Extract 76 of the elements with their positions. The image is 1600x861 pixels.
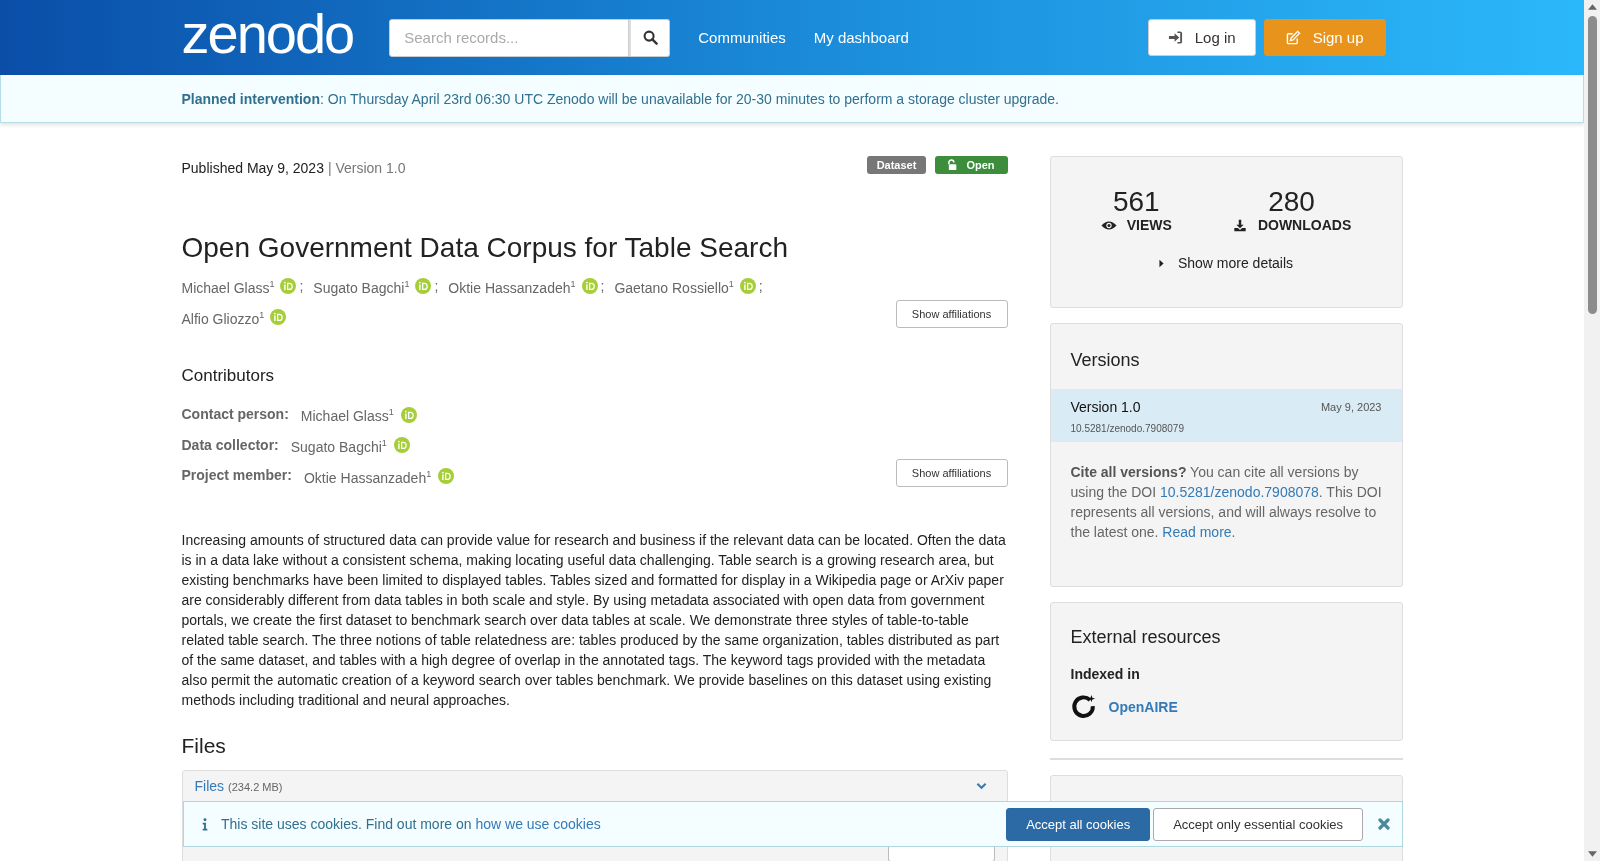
search-button[interactable] (629, 18, 671, 57)
pencil-square-icon (1285, 30, 1301, 45)
separator: ; (600, 276, 605, 296)
caret-right-icon (1158, 258, 1164, 268)
access-label: Open (935, 156, 1008, 174)
author-link[interactable]: Oktie Hassanzadeh$^{1}$ (448, 275, 576, 298)
section-heading: Files (181, 734, 227, 759)
separator: ; (758, 276, 763, 296)
version-item[interactable]: Version 1.0 May 9, 2023 10.5281/zenodo.7908079 (1050, 389, 1402, 442)
nav-link[interactable]: Communities (698, 29, 786, 46)
resource-link[interactable]: OpenAIRE (1108, 699, 1178, 715)
resource-type-label: Dataset (866, 156, 927, 174)
close-icon[interactable] (1378, 818, 1390, 830)
down-arrow-icon[interactable] (1587, 851, 1597, 857)
unlock-icon (948, 159, 959, 171)
contributor-link[interactable]: Michael Glass$^{1}$ (300, 403, 394, 426)
orcid-icon (739, 278, 756, 295)
indexed-in-label: Indexed in (1070, 666, 1141, 682)
show-more-details-toggle[interactable]: Show more details (1050, 255, 1402, 271)
author-link[interactable]: Gaetano Rossiello$^{1}$ (614, 275, 734, 298)
scrollbar[interactable] (1584, 0, 1600, 861)
author-link[interactable]: Sugato Bagchi$^{1}$ (313, 275, 410, 298)
role-label: Project member: (181, 466, 292, 486)
search-field[interactable]: Search records... (389, 18, 630, 57)
info-icon (202, 817, 208, 831)
stat-value: 280 (1268, 187, 1315, 217)
file-size: (234.2 MB) (228, 781, 283, 794)
show-affiliations-button[interactable]: Show affiliations (895, 459, 1008, 488)
section-heading: Contributors (181, 366, 276, 387)
accept-all-button[interactable]: Accept all cookies (1006, 807, 1151, 841)
orcid-icon (438, 467, 455, 484)
notice-text: Planned intervention: On Thursday April 23rd 06:30 UTC Zenodo will be unavailable for 20-30 minutes to perform a storage cluster upgrade. (181, 90, 1059, 107)
cookie-policy-link[interactable]: how we use cookies (475, 816, 601, 832)
role-label: Contact person: (181, 405, 289, 425)
orcid-icon (581, 278, 598, 295)
publication-date: Published May 9, 2023 (181, 160, 324, 176)
ring-logo-icon (1070, 694, 1097, 720)
login-button[interactable]: Log in (1147, 19, 1256, 56)
cookie-message: This site uses cookies. Find out more on how we use cookies (221, 816, 601, 832)
stat-label: VIEWS (1126, 217, 1172, 233)
separator: ; (434, 276, 439, 296)
role-label: Data collector: (181, 435, 279, 455)
contributor-link[interactable]: Oktie Hassanzadeh$^{1}$ (304, 464, 432, 488)
orcid-icon (270, 309, 287, 325)
cite-note: Cite all versions? You can cite all versions by using the DOI 10.5281/zenodo.7908078. This DOI represents all versions, and will always resolve to the latest one. Read more. (1070, 463, 1383, 542)
stat-value: 561 (1112, 187, 1160, 217)
zenodo-logo[interactable]: zenodo (181, 5, 354, 62)
version-doi: 10.5281/zenodo.7908079 (1070, 423, 1185, 434)
doi-link[interactable]: 10.5281/zenodo.7908078 (1160, 484, 1319, 500)
sign-in-icon (1167, 30, 1183, 45)
download-icon (1231, 218, 1248, 232)
stat-label: DOWNLOADS (1257, 217, 1352, 233)
record-title: Open Government Data Corpus for Table Search (181, 232, 789, 264)
search-icon (642, 30, 658, 45)
orcid-icon (280, 278, 297, 295)
author-link[interactable]: Michael Glass$^{1}$ (181, 275, 275, 298)
chevron-down-icon[interactable] (975, 782, 987, 791)
card-title: External resources (1070, 627, 1222, 648)
doi-link[interactable]: Read more (1162, 524, 1232, 540)
separator: ; (299, 276, 304, 296)
files-toggle[interactable]: Files (194, 778, 225, 795)
card-title: Versions (1070, 350, 1141, 371)
nav-link[interactable]: My dashboard (813, 29, 909, 46)
orcid-icon (415, 278, 432, 295)
orcid-icon (393, 437, 410, 454)
description-text: Increasing amounts of structured data can provide value for research and business if the relevant data can be located. Often the data is in a data lake without a consistent schema, making locating useful data challenging. Table search is a growing research area, but existing benchmarks have been limited to displayed tables. Tables sized and formatted for display in a Wikipedia page or ArXiv paper are considerably different from data tables in both scale and style. By using metadata associated with open data from government portals, we create the first dataset to benchmark search over data tables at scale. We demonstrate three styles of table-to-table related table search. The three notions of table relatedness are: tables produced by the same organization, tables distributed as part of the same dataset, and tables with a high degree of overlap in the annotated tags. The keyword tags provided with the metadata also permit the automatic creation of a keyword search over tables benchmark. We provide baselines on this dataset using existing methods including traditional and neural approaches. (181, 531, 1007, 711)
accept-essential-button[interactable]: Accept only essential cookies (1153, 807, 1363, 841)
up-arrow-icon[interactable] (1587, 4, 1597, 10)
author-link[interactable]: Alfio Gliozzo$^{1}$ (181, 305, 265, 329)
scrollbar-thumb[interactable] (1587, 16, 1597, 314)
contributor-link[interactable]: Sugato Bagchi$^{1}$ (290, 433, 387, 457)
orcid-icon (400, 406, 417, 423)
show-affiliations-button[interactable]: Show affiliations (895, 300, 1008, 329)
version-date: May 9, 2023 (1320, 401, 1382, 413)
version-label: | Version 1.0 (327, 160, 406, 176)
version-link[interactable]: Version 1.0 (1070, 399, 1141, 415)
